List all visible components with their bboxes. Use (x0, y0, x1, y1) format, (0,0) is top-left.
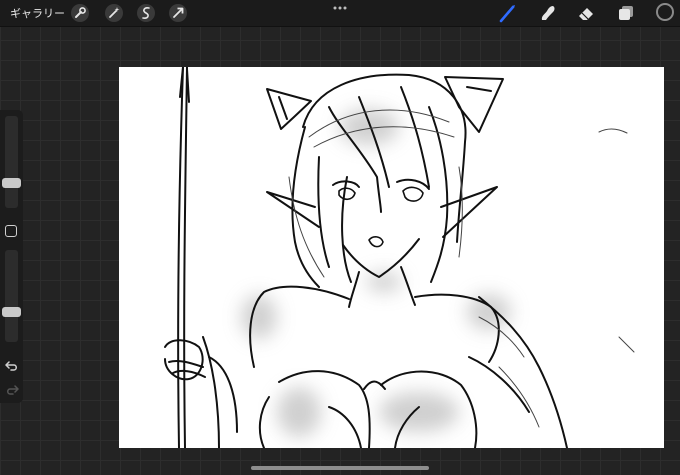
sketch-artwork (164, 67, 635, 448)
gallery-button[interactable]: ギャラリー (10, 5, 65, 21)
magic-wand-icon[interactable] (104, 3, 124, 23)
modify-button[interactable] (5, 225, 17, 237)
selection-icon[interactable] (136, 3, 156, 23)
opacity-slider[interactable] (2, 250, 21, 342)
undo-icon[interactable] (5, 360, 19, 372)
wrench-icon[interactable] (70, 3, 90, 23)
smudge-icon[interactable] (538, 3, 558, 23)
color-swatch[interactable] (656, 3, 674, 21)
brush-icon[interactable] (498, 3, 518, 23)
brush-size-slider[interactable] (2, 116, 21, 208)
layers-icon[interactable] (616, 3, 636, 23)
redo-icon[interactable] (5, 384, 19, 396)
opacity-thumb[interactable] (2, 307, 21, 317)
more-options-icon[interactable] (332, 4, 348, 12)
drawing-canvas[interactable] (119, 67, 664, 448)
brush-size-thumb[interactable] (2, 178, 21, 188)
left-sidebar (0, 110, 23, 403)
eraser-icon[interactable] (576, 3, 596, 23)
top-toolbar: ギャラリー (0, 0, 680, 27)
home-indicator[interactable] (251, 466, 429, 470)
transform-icon[interactable] (168, 3, 188, 23)
